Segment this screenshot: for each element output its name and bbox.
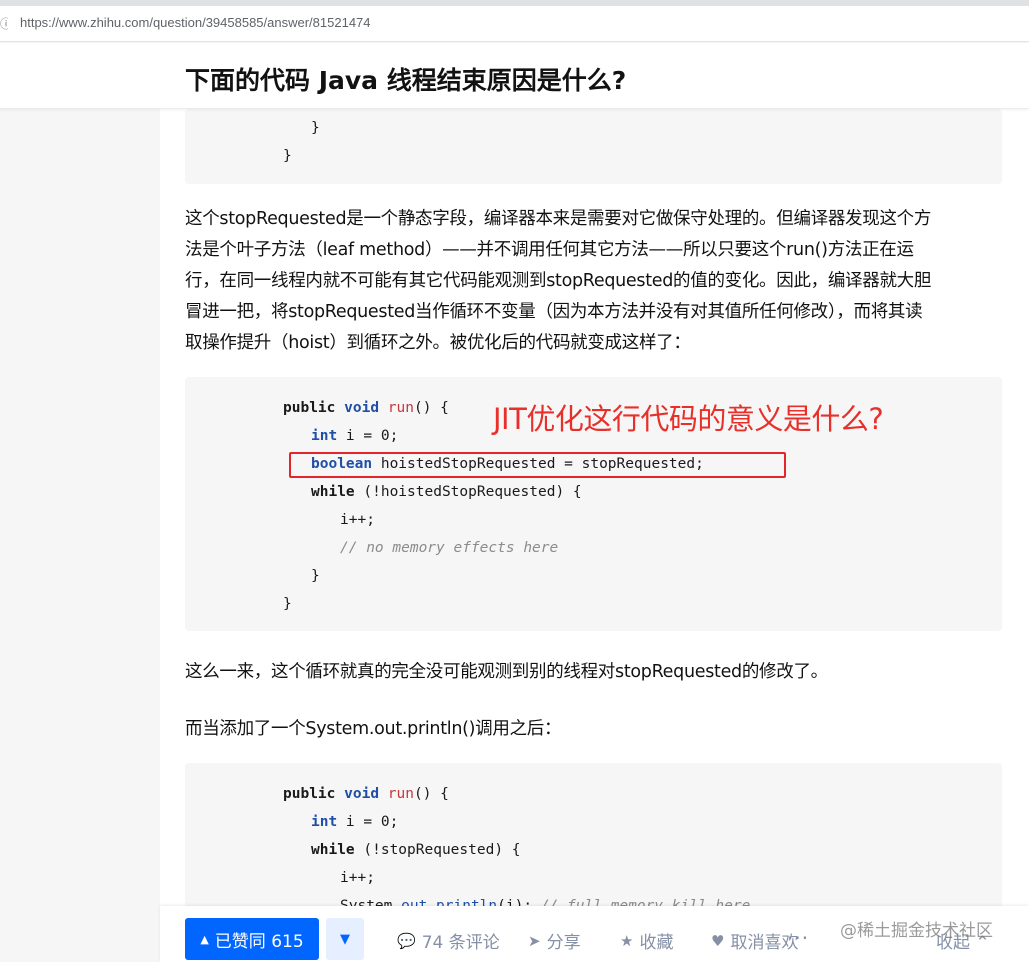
share-label: 分享 [546,933,581,953]
code-line: public void run() { [283,400,449,416]
paragraph-1: 这个stopRequested是一个静态字段，编译器本来是需要对它做保守处理的。… [185,204,1005,359]
code-line: while (!hoistedStopRequested) { [311,484,582,500]
star-icon: ★ [620,931,634,950]
question-title[interactable]: 下面的代码 Java 线程结束原因是什么? [185,61,626,97]
unlike-button[interactable]: ♥ 取消喜欢 [711,928,798,954]
upvote-button[interactable]: ▲ 已赞同 615 [185,918,319,960]
code-comment: // no memory effects here [340,540,559,556]
code-line: public void run() { [283,786,449,802]
paragraph-line: 这个stopRequested是一个静态字段，编译器本来是需要对它做保守处理的。… [185,209,932,229]
comments-label: 74 条评论 [421,933,500,953]
code-line: } [283,596,292,612]
code-line: i++; [340,870,375,886]
paragraph-3: 而当添加了一个System.out.println()调用之后： [185,719,562,739]
comment-icon: 💬 [397,931,416,950]
page-info-icon[interactable]: ⓘ [0,17,8,31]
upvote-icon: ▲ [200,932,209,946]
code-line: } [311,120,320,136]
paragraph-2: 这么一来，这个循环就真的完全没可能观测到别的线程对stopRequested的修… [185,662,828,682]
code-line: while (!stopRequested) { [311,842,521,858]
more-button[interactable]: ··· [787,926,809,950]
paragraph-line: 取操作提升（hoist）到循环之外。被优化后的代码就变成这样了： [185,333,691,353]
favorite-label: 收藏 [639,933,674,953]
paragraph-line: 法是个叶子方法（leaf method）——并不调用任何其它方法——所以只要这个… [185,240,914,260]
url-text[interactable]: https://www.zhihu.com/question/39458585/… [20,15,371,30]
downvote-button[interactable]: ▼ [326,918,364,960]
question-header: 下面的代码 Java 线程结束原因是什么? [0,43,1029,109]
favorite-button[interactable]: ★ 收藏 [620,928,674,954]
answer-action-bar: ▲ 已赞同 615 ▼ 💬 74 条评论 ➤ 分享 ★ 收藏 ♥ 取消喜欢 ··… [160,906,1029,962]
paragraph-line: 冒进一把，将stopRequested当作循环不变量（因为本方法并没有对其值所任… [185,302,923,322]
upvote-label: 已赞同 615 [214,931,304,952]
annotation-text: JIT优化这行代码的意义是什么? [493,402,884,436]
share-button[interactable]: ➤ 分享 [528,928,581,954]
code-line: int i = 0; [311,428,399,444]
downvote-icon: ▼ [340,931,350,947]
answer-content: } } 这个stopRequested是一个静态字段，编译器本来是需要对它做保守… [160,109,1029,962]
code-block-1: } } [185,109,1002,184]
browser-address-bar[interactable]: ⓘ https://www.zhihu.com/question/3945858… [0,6,1029,42]
share-icon: ➤ [528,931,541,950]
heart-icon: ♥ [711,931,725,950]
comments-button[interactable]: 💬 74 条评论 [397,928,500,954]
annotation-highlight-box [289,452,786,478]
paragraph-line: 行，在同一线程内就不可能有其它代码能观测到stopRequested的值的变化。… [185,271,932,291]
code-line: } [283,148,292,164]
code-line: i++; [340,512,375,528]
watermark: @稀土掘金技术社区 [840,921,993,941]
code-line: int i = 0; [311,814,399,830]
code-line: } [311,568,320,584]
